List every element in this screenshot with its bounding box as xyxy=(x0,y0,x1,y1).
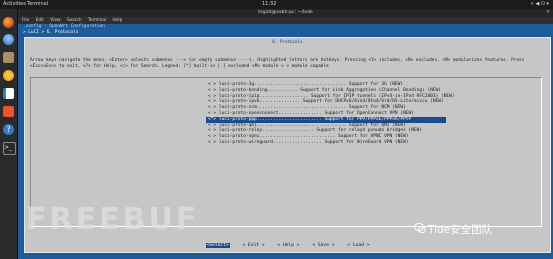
libreoffice-writer-icon[interactable] xyxy=(3,88,14,99)
menu-edit[interactable]: Edit xyxy=(36,18,44,23)
help-button[interactable]: < Help > xyxy=(277,243,299,248)
clock[interactable]: 11:32 xyxy=(262,0,276,9)
window-titlebar[interactable]: tegiot@xabh-pc: ~/lede ✕ xyxy=(18,9,553,17)
software-center-icon[interactable] xyxy=(3,106,14,117)
files-icon[interactable] xyxy=(3,52,14,63)
rhythmbox-icon[interactable] xyxy=(3,70,14,81)
dock: ? >_ xyxy=(0,9,17,259)
breadcrumb: > LuCI > 6. Protocols xyxy=(23,30,79,35)
dialog-title: 6. Protocols xyxy=(272,39,303,44)
menu-search[interactable]: Search xyxy=(67,18,82,23)
freebuf-watermark: FREEBUF xyxy=(26,202,200,237)
terminal-menubar: File Edit View Search Terminal Help xyxy=(18,17,553,24)
dialog-buttons: <Select> < Exit > < Help > < Save > < Lo… xyxy=(25,243,550,249)
activities-button[interactable]: Activities xyxy=(3,0,26,9)
window-title: tegiot@xabh-pc: ~/lede xyxy=(258,10,313,15)
option-luci-proto-openconnect[interactable]: < > luci-proto-openconnect..............… xyxy=(206,111,446,117)
system-tray[interactable]: ⚡ ◀ ⏻ ▾ xyxy=(530,0,549,9)
menu-terminal[interactable]: Terminal xyxy=(88,18,106,23)
app-menu[interactable]: Terminal xyxy=(27,0,48,9)
menu-view[interactable]: View xyxy=(50,18,60,23)
exit-button[interactable]: < Exit > xyxy=(243,243,265,248)
select-button[interactable]: <Select> xyxy=(205,243,230,248)
menu-help[interactable]: Help xyxy=(113,18,123,23)
option-luci-proto-ppp[interactable]: <*> luci-proto-ppp......................… xyxy=(206,116,446,123)
option-luci-proto-wireguard[interactable]: < > luci-proto-wireguard................… xyxy=(206,140,446,146)
save-button[interactable]: < Save > xyxy=(312,243,334,248)
firefox-icon[interactable] xyxy=(3,17,14,28)
help-line-2: <Esc><Esc> to exit, <?> for Help, </> fo… xyxy=(30,64,329,69)
option-luci-proto-bonding[interactable]: < > luci-proto-bonding........... Suppor… xyxy=(206,88,446,94)
help-icon[interactable]: ? xyxy=(3,124,14,135)
wechat-icon xyxy=(414,222,426,234)
help-text: Arrow keys navigate the menu. <Enter> se… xyxy=(30,58,545,70)
menu-file[interactable]: File xyxy=(22,18,29,23)
thunderbird-icon[interactable] xyxy=(3,34,14,45)
gnome-top-bar: Activities Terminal 11:32 ⚡ ◀ ⏻ ▾ xyxy=(0,0,553,9)
close-icon[interactable]: ✕ xyxy=(546,9,550,17)
terminal-icon[interactable]: >_ xyxy=(3,142,16,155)
load-button[interactable]: < Load > xyxy=(347,243,369,248)
wechat-watermark: Tide安全团队 xyxy=(428,224,493,236)
